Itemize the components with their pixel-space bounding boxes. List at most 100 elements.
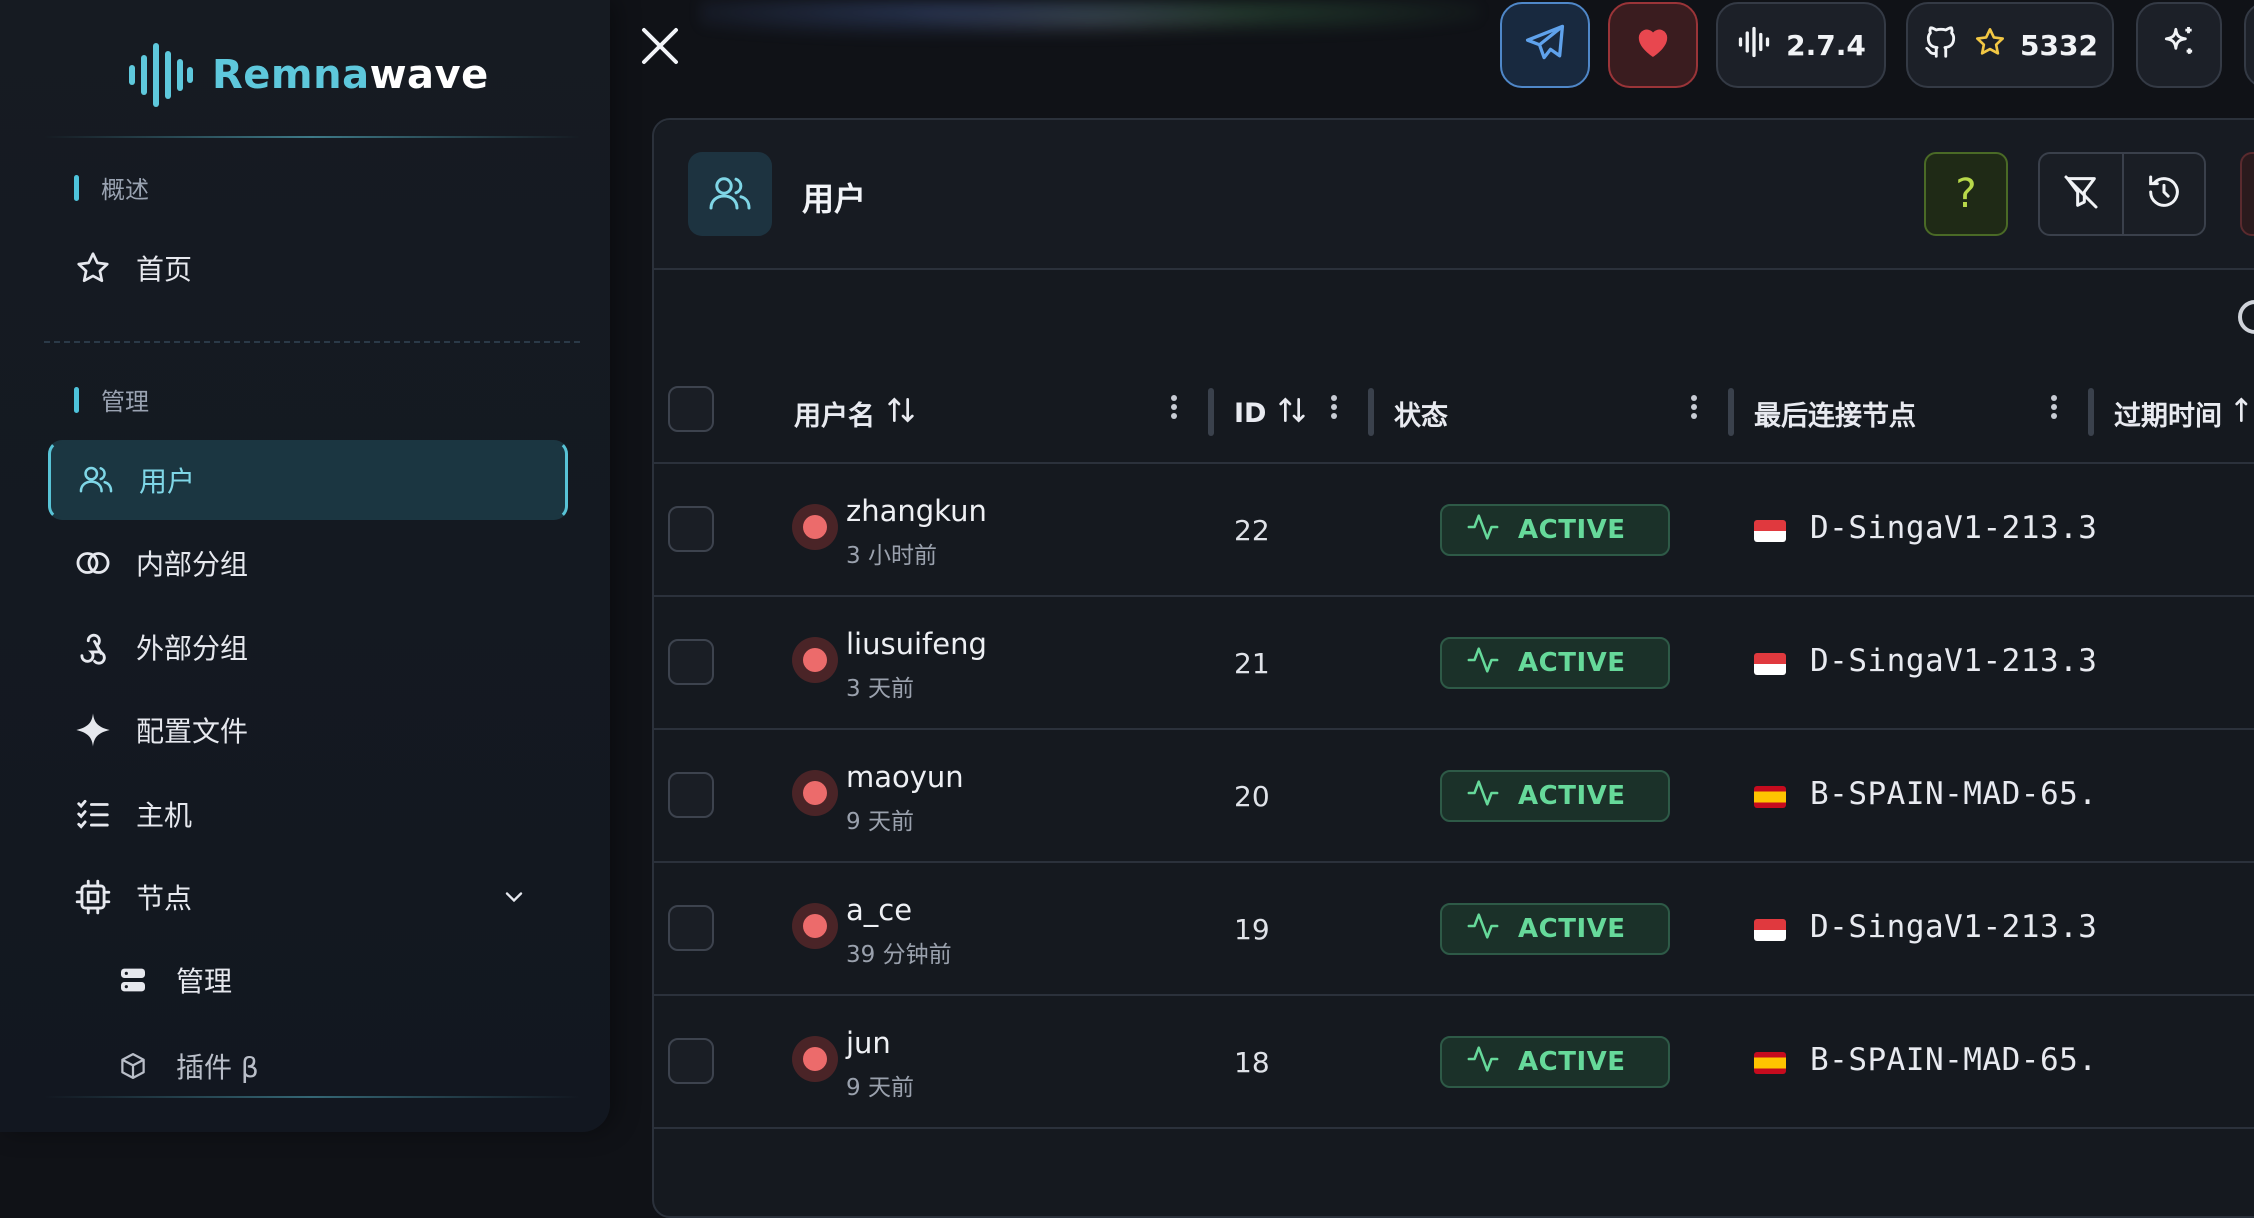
delete-button[interactable]: [2240, 152, 2254, 236]
sparkle-icon: [74, 711, 112, 749]
version-button[interactable]: 2.7.4: [1716, 2, 1886, 88]
column-menu-icon[interactable]: [1170, 392, 1178, 428]
help-button[interactable]: ?: [1924, 152, 2008, 236]
status-label: ACTIVE: [1518, 914, 1626, 944]
column-status[interactable]: 状态: [1394, 394, 1448, 433]
sidebar-item-home[interactable]: 首页: [48, 228, 568, 308]
last-node: B-SPAIN-MAD-65.: [1810, 776, 2098, 812]
section-overview: 概述: [74, 170, 149, 205]
close-icon[interactable]: [636, 22, 684, 70]
user-id: 18: [1234, 1046, 1270, 1079]
username[interactable]: liusuifeng: [846, 627, 987, 661]
column-last-node[interactable]: 最后连接节点: [1754, 394, 1916, 433]
avatar: [792, 903, 838, 949]
card-header: 用户 ?: [654, 120, 2254, 270]
version-label: 2.7.4: [1786, 28, 1866, 62]
sparkles-icon: [2160, 23, 2198, 68]
table-row[interactable]: zhangkun 3 小时前 22 ACTIVE D-SingaV1-213.3: [654, 464, 2254, 597]
user-id: 20: [1234, 780, 1270, 813]
history-icon: [2144, 172, 2184, 216]
last-node: D-SingaV1-213.3: [1810, 510, 2098, 546]
sidebar-item-external-squads[interactable]: 外部分组: [48, 607, 568, 687]
sparkles-button[interactable]: [2136, 2, 2222, 88]
row-checkbox[interactable]: [668, 639, 714, 685]
sidebar-divider: [44, 341, 580, 343]
column-expires[interactable]: 过期时间: [2114, 394, 2254, 433]
activity-icon: [1466, 510, 1500, 551]
username[interactable]: jun: [846, 1026, 891, 1060]
singapore-flag-icon: [1754, 520, 1786, 542]
brand-logo[interactable]: Remnawave: [126, 40, 489, 110]
row-checkbox[interactable]: [668, 772, 714, 818]
sidebar-item-nodes-management[interactable]: 管理: [48, 940, 568, 1020]
sidebar-bottom-divider: [44, 1096, 580, 1098]
waveform-logo-icon: [129, 43, 193, 107]
spain-flag-icon: [1754, 1052, 1786, 1074]
chevron-down-icon[interactable]: [500, 883, 528, 918]
section-marker: [74, 174, 79, 201]
filter-off-icon: [2061, 172, 2101, 216]
column-last-node-label: 最后连接节点: [1754, 401, 1916, 432]
last-seen: 9 天前: [846, 809, 914, 835]
last-seen: 3 天前: [846, 676, 914, 702]
username[interactable]: zhangkun: [846, 494, 987, 528]
column-resizer[interactable]: [1208, 388, 1214, 436]
sidebar-item-label: 节点: [136, 882, 193, 915]
column-username[interactable]: 用户名: [794, 394, 917, 433]
username[interactable]: a_ce: [846, 893, 912, 927]
reset-button[interactable]: [2122, 154, 2204, 234]
column-menu-icon[interactable]: [1690, 392, 1698, 428]
column-resizer[interactable]: [2088, 388, 2094, 436]
status-label: ACTIVE: [1518, 515, 1626, 545]
avatar: [792, 770, 838, 816]
sidebar-item-plugins[interactable]: 插件 β: [48, 1026, 568, 1106]
column-expires-label: 过期时间: [2114, 401, 2222, 432]
sidebar-item-nodes[interactable]: 节点: [48, 857, 568, 937]
telegram-icon: [1523, 20, 1567, 71]
sidebar-item-config-profiles[interactable]: 配置文件: [48, 690, 568, 770]
sidebar-item-label: 外部分组: [136, 632, 249, 665]
table-row[interactable]: liusuifeng 3 天前 21 ACTIVE D-SingaV1-213.…: [654, 597, 2254, 730]
table-row[interactable]: maoyun 9 天前 20 ACTIVE B-SPAIN-MAD-65.: [654, 730, 2254, 863]
sidebar-item-hosts[interactable]: 主机: [48, 774, 568, 854]
donate-button[interactable]: [1608, 2, 1698, 88]
table-row[interactable]: a_ce 39 分钟前 19 ACTIVE D-SingaV1-213.3: [654, 863, 2254, 996]
sidebar-item-users[interactable]: 用户: [48, 440, 568, 520]
users-icon: [688, 152, 772, 236]
sidebar-item-label: 插件 β: [176, 1051, 259, 1084]
username[interactable]: maoyun: [846, 760, 964, 794]
logo-divider: [44, 136, 580, 138]
search-icon[interactable]: [2238, 300, 2254, 334]
sort-icon[interactable]: [2232, 394, 2254, 433]
sort-icon[interactable]: [1276, 394, 1308, 433]
column-menu-icon[interactable]: [2050, 392, 2058, 428]
heart-icon: [1633, 22, 1673, 69]
column-resizer[interactable]: [1368, 388, 1374, 436]
more-button[interactable]: [2244, 2, 2254, 88]
column-id[interactable]: ID: [1234, 394, 1308, 433]
column-resizer[interactable]: [1728, 388, 1734, 436]
spain-flag-icon: [1754, 786, 1786, 808]
status-badge: ACTIVE: [1440, 637, 1670, 689]
sidebar-item-label: 首页: [136, 253, 193, 286]
column-menu-icon[interactable]: [1330, 392, 1338, 428]
table-row[interactable]: jun 9 天前 18 ACTIVE B-SPAIN-MAD-65.: [654, 996, 2254, 1129]
sort-icon[interactable]: [885, 394, 917, 433]
section-marker: [74, 386, 79, 413]
sidebar-item-internal-squads[interactable]: 内部分组: [48, 523, 568, 603]
sidebar-item-label: 内部分组: [136, 548, 249, 581]
section-manage: 管理: [74, 382, 149, 417]
star-outline-icon: [1974, 26, 2006, 65]
question-mark: ?: [1955, 171, 1977, 217]
row-checkbox[interactable]: [668, 506, 714, 552]
clear-filters-button[interactable]: [2040, 154, 2122, 234]
telegram-button[interactable]: [1500, 2, 1590, 88]
webhook-icon: [74, 628, 112, 666]
row-checkbox[interactable]: [668, 1038, 714, 1084]
blurred-background: [700, 0, 1480, 60]
github-button[interactable]: 5332: [1906, 2, 2114, 88]
select-all-checkbox[interactable]: [668, 386, 714, 432]
activity-icon: [1466, 643, 1500, 684]
row-checkbox[interactable]: [668, 905, 714, 951]
status-badge: ACTIVE: [1440, 1036, 1670, 1088]
